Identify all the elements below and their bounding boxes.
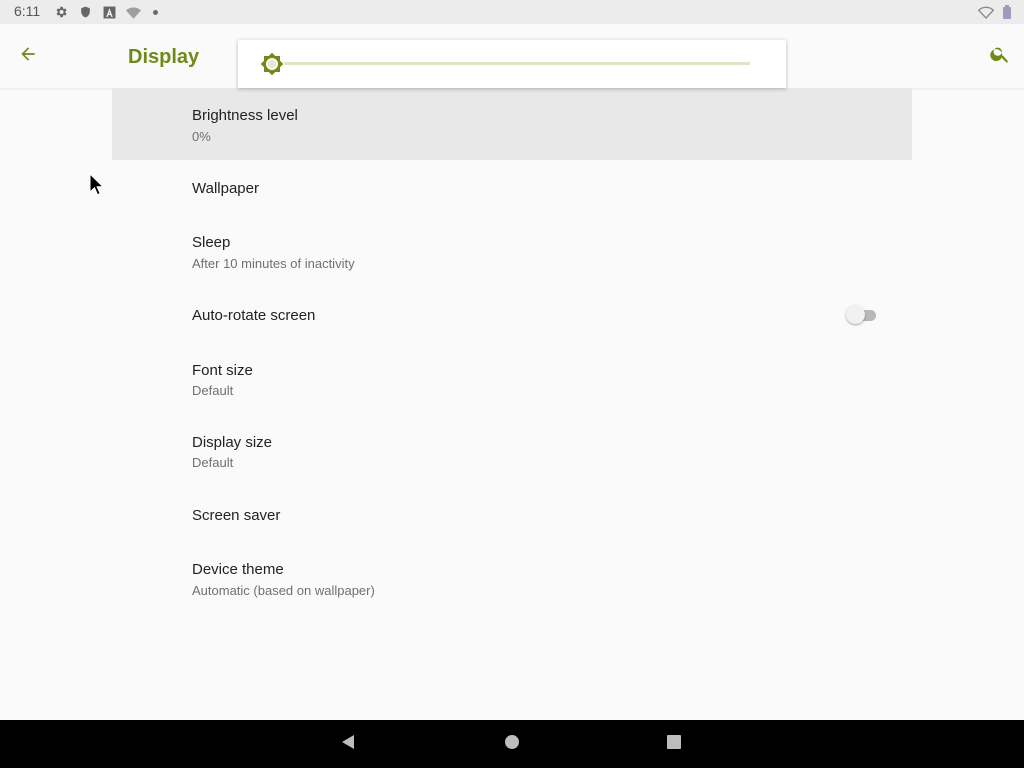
arrow-back-icon [18, 44, 38, 69]
item-subtitle: Default [192, 455, 234, 470]
navigation-bar [0, 720, 1024, 768]
brightness-icon [260, 52, 284, 76]
wifi-unknown-icon [125, 4, 141, 20]
brightness-level-item[interactable]: Brightness level 0% [0, 88, 1024, 160]
item-subtitle: Automatic (based on wallpaper) [192, 583, 375, 598]
search-button[interactable] [984, 40, 1016, 72]
display-size-item[interactable]: Display size Default [0, 416, 1024, 488]
search-icon [989, 43, 1011, 70]
item-title: Font size [192, 362, 253, 379]
nav-recents-icon [666, 734, 682, 755]
page-title: Display [128, 46, 200, 68]
item-title: Auto-rotate screen [192, 307, 316, 324]
wifi-signal-icon [978, 4, 994, 20]
item-title: Brightness level [192, 107, 298, 124]
item-title: Display size [192, 434, 273, 451]
item-subtitle: After 10 minutes of inactivity [192, 256, 355, 271]
item-title: Wallpaper [192, 180, 259, 197]
screen-saver-item[interactable]: Screen saver [0, 488, 1024, 544]
nav-back-button[interactable] [338, 734, 358, 754]
status-bar: 6:11 [0, 0, 1024, 24]
back-button[interactable] [12, 40, 44, 72]
auto-rotate-toggle[interactable] [846, 305, 878, 325]
sleep-item[interactable]: Sleep After 10 minutes of inactivity [0, 216, 1024, 288]
item-subtitle: 0% [192, 129, 211, 144]
shield-icon [77, 4, 93, 20]
toggle-thumb [846, 305, 865, 324]
mouse-cursor-icon [89, 172, 105, 197]
settings-icon [53, 4, 69, 20]
status-time: 6:11 [14, 3, 41, 19]
dot-icon [153, 10, 158, 15]
device-theme-item[interactable]: Device theme Automatic (based on wallpap… [0, 544, 1024, 616]
font-size-item[interactable]: Font size Default [0, 344, 1024, 416]
item-title: Device theme [192, 561, 284, 578]
item-title: Screen saver [192, 507, 281, 524]
battery-icon [999, 4, 1015, 20]
nav-back-icon [340, 734, 356, 755]
a-letter-icon [101, 4, 117, 20]
item-subtitle: Default [192, 383, 234, 398]
wallpaper-item[interactable]: Wallpaper [0, 160, 1024, 216]
brightness-slider-popup [238, 40, 786, 88]
nav-home-icon [504, 734, 520, 755]
nav-home-button[interactable] [502, 734, 522, 754]
brightness-slider-track[interactable] [284, 62, 750, 65]
nav-recents-button[interactable] [664, 734, 684, 754]
item-title: Sleep [192, 234, 231, 251]
